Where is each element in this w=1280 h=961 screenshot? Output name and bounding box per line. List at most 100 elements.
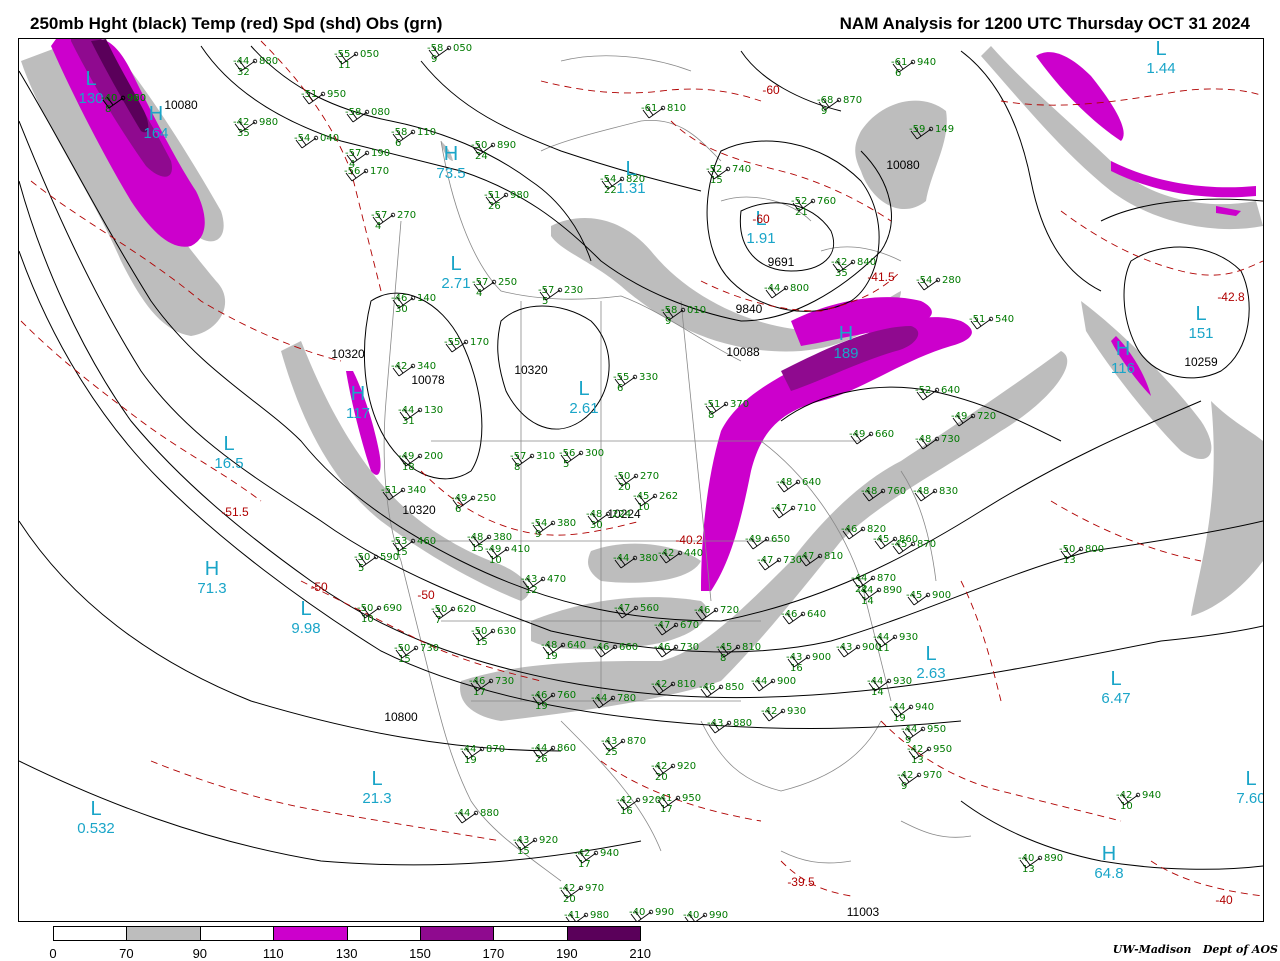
obs-height: 970 <box>923 770 942 781</box>
pressure-center-value: 0.532 <box>77 820 115 837</box>
pressure-center-value: 21.3 <box>362 790 391 807</box>
obs-dewpoint-depression: 4 <box>476 288 482 299</box>
obs-temperature: -48 <box>915 434 931 445</box>
obs-height: 930 <box>787 706 806 717</box>
pressure-center-value: 6.47 <box>1101 690 1130 707</box>
station-observation: -52 74015 <box>706 164 751 186</box>
obs-temperature: -49 <box>398 451 414 462</box>
station-observation: -58 050 9 <box>427 43 472 65</box>
obs-temperature: -58 <box>391 127 407 138</box>
obs-height: 840 <box>857 257 876 268</box>
obs-temperature: -51 <box>301 89 317 100</box>
legend-tick-label: 130 <box>335 946 358 961</box>
station-observation: -58 110 6 <box>391 127 436 149</box>
legend-swatch <box>126 926 201 941</box>
obs-height: 870 <box>486 744 505 755</box>
obs-height: 940 <box>600 848 619 859</box>
height-contour-label: 10320 <box>331 347 365 361</box>
station-observation: -42 94017 <box>574 848 619 870</box>
station-observation: -54 380 9 <box>531 518 576 540</box>
station-observation: -68 870 9 <box>817 95 862 117</box>
obs-height: 640 <box>567 640 586 651</box>
station-observation: -49 660 <box>849 429 894 445</box>
station-observation: -44 880 <box>454 808 499 824</box>
obs-height: 940 <box>915 702 934 713</box>
temperature-contour-label: -40 <box>1215 893 1233 907</box>
obs-temperature: -55 <box>444 337 460 348</box>
station-observation: -42 92020 <box>651 761 696 783</box>
height-contour-label: 11003 <box>847 905 880 919</box>
obs-temperature: -47 <box>654 620 670 631</box>
pressure-center-type: L <box>90 798 101 820</box>
obs-height: 810 <box>742 642 761 653</box>
station-observation: -54 280 <box>916 275 961 291</box>
obs-temperature: -50 <box>354 552 370 563</box>
obs-temperature: -54 <box>600 174 616 185</box>
obs-dewpoint-depression: 6 <box>455 504 461 515</box>
obs-temperature: -45 <box>716 642 732 653</box>
temperature-contour-label: -41.5 <box>867 270 895 284</box>
legend-swatch <box>420 926 495 941</box>
station-observation: -42 92016 <box>616 795 661 817</box>
obs-height: 270 <box>397 210 416 221</box>
obs-height: 230 <box>564 285 583 296</box>
station-observation: -4198026 <box>564 910 609 921</box>
obs-height: 980 <box>259 117 278 128</box>
obs-height: 170 <box>370 166 389 177</box>
obs-height: 380 <box>493 532 512 543</box>
obs-temperature: -42 <box>1116 790 1132 801</box>
obs-height: 280 <box>942 275 961 286</box>
obs-temperature: -54 <box>531 518 547 529</box>
station-observation: -48 64019 <box>541 640 586 662</box>
obs-height: 810 <box>677 679 696 690</box>
obs-dewpoint-depression: 9 <box>535 529 541 540</box>
obs-temperature: -45 <box>873 534 889 545</box>
obs-temperature: -57 <box>510 451 526 462</box>
obs-height: 720 <box>977 411 996 422</box>
obs-temperature: -57 <box>472 277 488 288</box>
obs-height: 630 <box>497 626 516 637</box>
station-observation: -50 27020 <box>614 471 659 493</box>
station-observation: -42 970 9 <box>897 770 942 792</box>
pressure-center: H73.5 <box>436 143 465 182</box>
obs-height: 920 <box>677 761 696 772</box>
obs-height: 730 <box>941 434 960 445</box>
obs-temperature: -50 <box>471 140 487 151</box>
obs-height: 690 <box>383 603 402 614</box>
station-observation: -55 170 <box>444 337 489 353</box>
obs-dewpoint-depression: 9 <box>431 54 437 65</box>
obs-temperature: -50 <box>614 471 630 482</box>
obs-height: 050 <box>453 43 472 54</box>
station-observation: -50 590 5 <box>354 552 399 574</box>
legend-swatch <box>53 926 128 941</box>
pressure-center: L2.61 <box>569 378 598 417</box>
pressure-center-value: 151 <box>1188 325 1213 342</box>
obs-temperature: -50 <box>394 643 410 654</box>
pressure-center: L7.60 <box>1236 768 1263 807</box>
obs-temperature: -44 <box>764 283 780 294</box>
station-observation: -50 89024 <box>471 140 516 162</box>
obs-temperature: -44 <box>901 724 917 735</box>
pressure-center-type: L <box>925 643 936 665</box>
obs-height: 590 <box>380 552 399 563</box>
obs-height: 130 <box>424 405 443 416</box>
temperature-contour-label: -60 <box>752 212 770 226</box>
obs-temperature: -46 <box>469 676 485 687</box>
station-observation: -51 340 <box>381 485 426 501</box>
obs-temperature: -42 <box>616 795 632 806</box>
obs-temperature: -45 <box>906 590 922 601</box>
pressure-center-value: 73.5 <box>436 165 465 182</box>
pressure-center: L16.5 <box>214 433 243 472</box>
obs-height: 900 <box>812 652 831 663</box>
obs-height: 870 <box>917 539 936 550</box>
obs-dewpoint-depression: 5 <box>542 296 548 307</box>
obs-height: 760 <box>887 486 906 497</box>
obs-height: 990 <box>655 907 674 918</box>
pressure-center: L151 <box>1188 303 1213 342</box>
obs-temperature: -44 <box>751 676 767 687</box>
pressure-center: H71.3 <box>197 558 226 597</box>
pressure-center-value: 130 <box>78 90 103 107</box>
station-observation: -51 950 <box>301 89 346 105</box>
station-observation: -47 710 <box>771 503 816 519</box>
pressure-center-value: 164 <box>143 125 168 142</box>
